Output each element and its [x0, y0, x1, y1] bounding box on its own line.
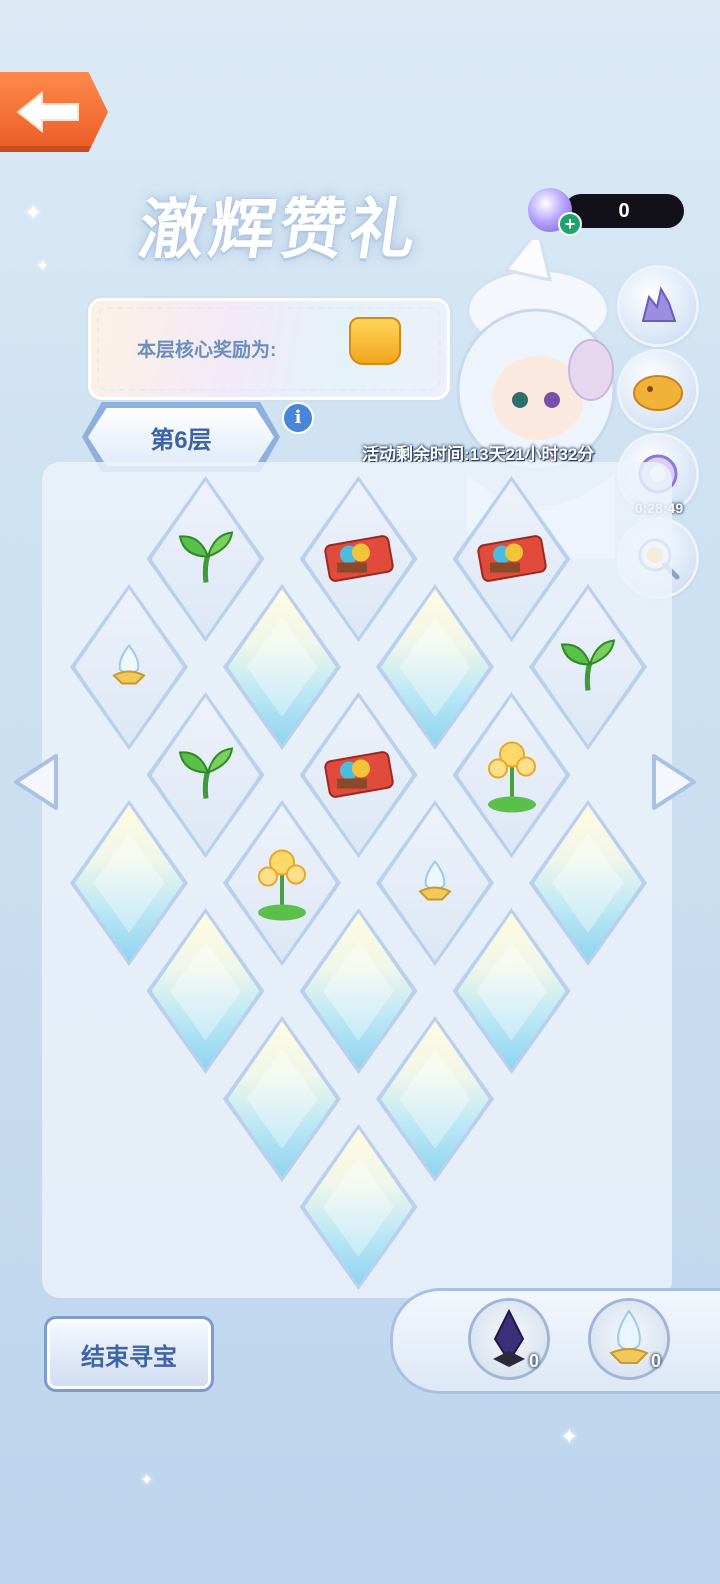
- info-icon[interactable]: i: [282, 402, 314, 434]
- dark-crystal-count: 0: [529, 1351, 540, 1371]
- sprout-icon: [174, 743, 238, 808]
- currency-value: 0: [564, 194, 684, 228]
- crystal-cluster-icon[interactable]: [620, 268, 696, 344]
- prev-layer-arrow[interactable]: [10, 752, 62, 812]
- next-layer-arrow[interactable]: [648, 752, 700, 812]
- sprout-icon: [174, 527, 238, 592]
- core-reward-label: 本层核心奖励为:: [137, 340, 277, 361]
- end-treasure-hunt-button[interactable]: 结束寻宝: [44, 1316, 214, 1392]
- sparkle-decoration: ✦: [36, 258, 50, 275]
- back-button[interactable]: [0, 72, 108, 152]
- ticket-icon: [476, 531, 548, 588]
- gold-bag-icon[interactable]: [349, 317, 401, 365]
- event-title: 澈辉赞礼: [134, 190, 426, 268]
- ticket-icon: [323, 531, 395, 588]
- layer-tab: 第6层: [88, 408, 274, 466]
- end-button-label: 结束寻宝: [81, 1343, 177, 1371]
- inventory-panel: 0 0: [390, 1288, 720, 1394]
- ticket-icon: [323, 747, 395, 804]
- egg-icon: [412, 858, 458, 909]
- add-currency-icon[interactable]: +: [558, 212, 582, 236]
- core-reward-banner: 本层核心奖励为:: [88, 298, 450, 400]
- currency-display[interactable]: 0 +: [524, 188, 684, 236]
- layer-label: 第6层: [150, 426, 212, 454]
- sprout-icon: [556, 635, 620, 700]
- sparkle-decoration: ✦: [24, 200, 43, 225]
- egg-icon: [106, 642, 152, 693]
- back-arrow-icon: [16, 90, 79, 134]
- light-crystal-count: 0: [651, 1351, 662, 1371]
- golden-mascot-icon[interactable]: [620, 352, 696, 428]
- board-tile[interactable]: [299, 1124, 418, 1290]
- sparkle-decoration: ✦: [140, 1472, 154, 1489]
- sparkle-decoration: ✦: [560, 1424, 579, 1449]
